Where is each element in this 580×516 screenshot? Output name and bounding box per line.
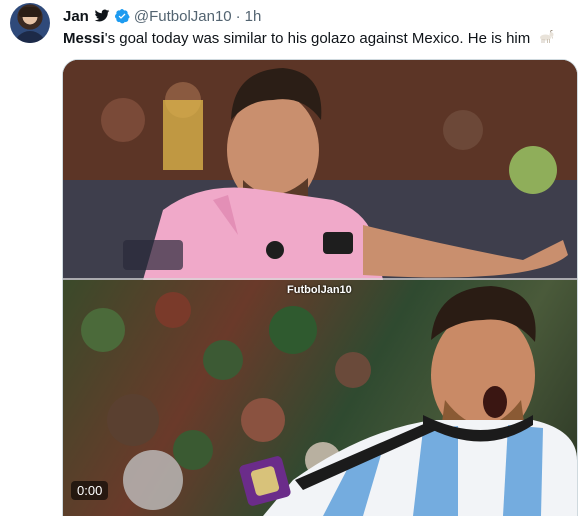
tweet-timestamp[interactable]: 1h	[245, 8, 262, 25]
avatar[interactable]	[10, 3, 50, 43]
avatar-body	[14, 31, 46, 43]
video-frame-top	[63, 60, 577, 280]
tweet-header: Jan @FutbolJan10 · 1h	[63, 6, 261, 26]
verified-badge-icon	[114, 9, 130, 24]
twitter-bird-icon	[94, 9, 110, 22]
inter-miami-scene	[63, 60, 577, 280]
tweet-text-bold: Messi	[63, 30, 105, 47]
author-handle[interactable]: @FutbolJan10	[134, 8, 232, 25]
goat-emoji-icon	[540, 30, 554, 43]
argentina-scene	[81, 286, 577, 516]
video-frame-bottom	[63, 280, 577, 516]
tweet-media-video[interactable]: FutbolJan10 0:00	[62, 59, 578, 516]
tweet-text-body: 's goal today was similar to his golazo …	[104, 30, 531, 47]
author-name[interactable]: Jan	[63, 8, 89, 25]
video-timecode: 0:00	[71, 481, 109, 500]
header-separator: ·	[235, 7, 241, 25]
tweet-text: Messi's goal today was similar to his go…	[63, 29, 555, 49]
video-watermark: FutbolJan10	[287, 284, 352, 296]
avatar-hair	[19, 7, 41, 17]
